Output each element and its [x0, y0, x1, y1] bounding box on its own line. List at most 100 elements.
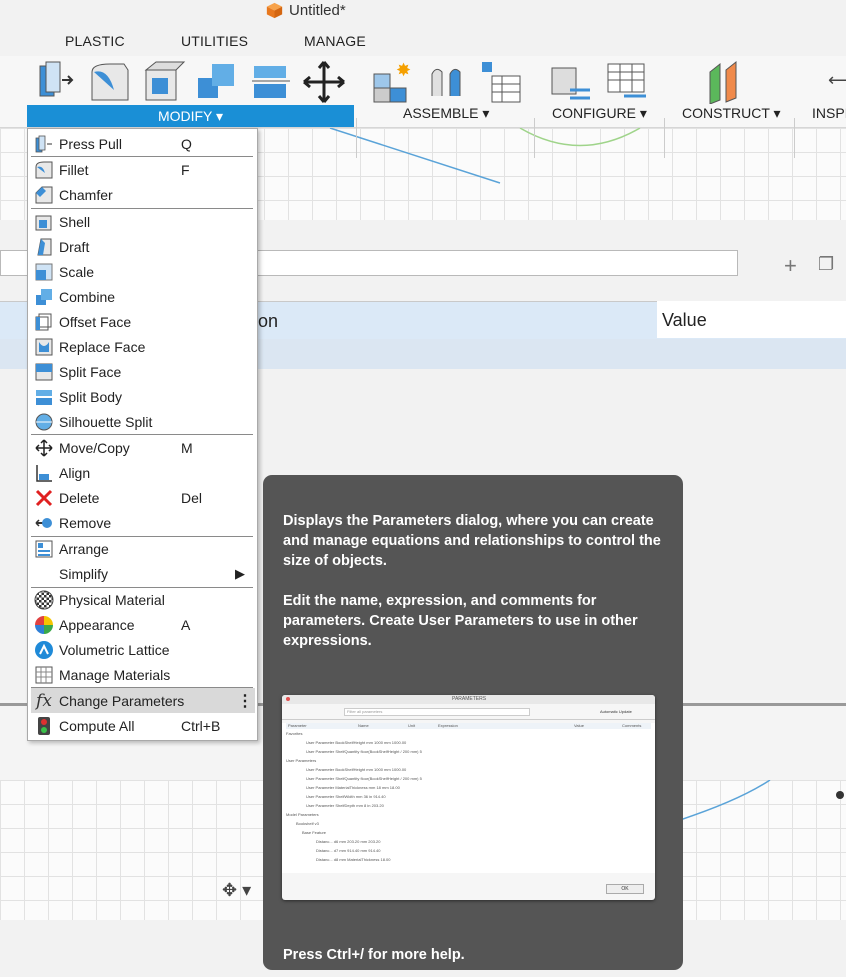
menu-item-change-parameters[interactable]: fx Change Parameters ⋮: [31, 688, 255, 713]
split-face-icon: [33, 361, 55, 383]
split-body-tool-icon[interactable]: [250, 60, 294, 104]
menu-item-label: Offset Face: [59, 313, 132, 330]
tab-utilities[interactable]: UTILITIES: [181, 33, 248, 49]
preview-row: User Parameter BookShelfHeight mm 1000 m…: [306, 740, 407, 745]
menu-item-label: Press Pull: [59, 135, 123, 152]
menu-item-silhouette-split[interactable]: Silhouette Split: [31, 409, 255, 434]
menu-item-physical-material[interactable]: Physical Material: [31, 587, 255, 612]
offset-face-icon: [33, 311, 55, 333]
menu-item-label: Remove: [59, 514, 112, 531]
parameters-dialog-preview: PARAMETERS Filter all parameters Automat…: [282, 695, 655, 900]
measure-tool-icon[interactable]: ⟷: [828, 70, 846, 91]
menu-item-arrange[interactable]: Arrange: [31, 536, 255, 561]
configure-group-button[interactable]: CONFIGURE ▾: [552, 105, 647, 122]
menu-item-offset-face[interactable]: Offset Face: [31, 309, 255, 334]
preview-col: Parameter: [288, 723, 307, 728]
menu-item-volumetric-lattice[interactable]: Volumetric Lattice: [31, 637, 255, 662]
menu-item-scale[interactable]: Scale: [31, 259, 255, 284]
submenu-arrow-icon: ▶: [235, 565, 245, 581]
joint-tool-icon[interactable]: [426, 60, 470, 104]
menu-item-label: Fillet: [59, 161, 89, 178]
add-parameter-icon[interactable]: +: [784, 253, 797, 279]
preview-row: User Parameter ShelfDepth mm 8 in 203.20: [306, 803, 384, 808]
silhouette-split-icon: [33, 411, 55, 433]
menu-item-appearance[interactable]: Appearance A: [31, 612, 255, 637]
menu-item-label: Scale: [59, 263, 95, 280]
menu-item-chamfer[interactable]: Chamfer: [31, 182, 255, 207]
copy-parameter-icon[interactable]: ❐: [818, 254, 834, 275]
preview-row: Distanc... d7 mm 914.40 mm 914.40: [316, 848, 381, 853]
offset-plane-tool-icon[interactable]: [706, 60, 750, 104]
fx-icon: fx: [36, 690, 52, 711]
ribbon-separator: [356, 118, 357, 158]
menu-item-label: Arrange: [59, 540, 109, 557]
arrange-icon: [33, 538, 55, 560]
menu-item-label: Combine: [59, 288, 116, 305]
combine-tool-icon[interactable]: [196, 60, 240, 104]
preview-row: User Parameter ShelfQuantity floor(BookS…: [306, 776, 422, 781]
menu-item-simplify[interactable]: Simplify ▶: [31, 561, 255, 586]
modify-group-button[interactable]: MODIFY ▾: [27, 105, 354, 127]
menu-item-label: Draft: [59, 238, 90, 255]
combine-icon: [33, 286, 55, 308]
preview-row: Distanc... d6 mm 203.20 mm 203.20: [316, 839, 381, 844]
preview-row: User Parameter ShelfQuantity floor(BookS…: [306, 749, 422, 754]
menu-item-press-pull[interactable]: Press Pull Q: [31, 131, 255, 156]
menu-item-draft[interactable]: Draft: [31, 234, 255, 259]
menu-item-shortcut: Q: [181, 135, 192, 152]
replace-face-icon: [33, 336, 55, 358]
tooltip-details: Edit the name, expression, and comments …: [283, 593, 638, 649]
menu-item-move-copy[interactable]: Move/Copy M: [31, 435, 255, 460]
menu-item-label: Delete: [59, 489, 100, 506]
preview-toolbar: Filter all parameters Automatic Update: [282, 704, 655, 720]
nav-move-icon[interactable]: ✥ ▾: [222, 880, 251, 901]
new-component-tool-icon[interactable]: ✸: [372, 60, 416, 104]
inspect-group-button[interactable]: INSPI: [812, 105, 846, 121]
config-table-tool-icon[interactable]: [604, 60, 648, 104]
ribbon-separator: [794, 118, 795, 158]
document-cube-icon: [266, 2, 283, 19]
preview-row: Base Feature: [302, 830, 327, 835]
simplify-icon: [33, 563, 55, 585]
menu-item-delete[interactable]: Delete Del: [31, 485, 255, 510]
menu-item-label: Split Body: [59, 388, 123, 405]
menu-item-label: Simplify: [59, 565, 109, 582]
preview-title: PARAMETERS: [452, 696, 487, 702]
tab-manage[interactable]: MANAGE: [304, 33, 366, 49]
menu-item-shell[interactable]: Shell: [31, 209, 255, 234]
menu-item-remove[interactable]: Remove: [31, 510, 255, 535]
menu-item-replace-face[interactable]: Replace Face: [31, 334, 255, 359]
bom-tool-icon[interactable]: [478, 60, 522, 104]
assemble-group-button[interactable]: ASSEMBLE ▾: [403, 105, 489, 122]
svg-text:✸: ✸: [396, 60, 411, 81]
menu-item-label: Move/Copy: [59, 439, 130, 456]
draft-icon: [33, 236, 55, 258]
preview-row: Distanc... d8 mm MaterialThickness 18.00: [316, 857, 391, 862]
scale-icon: [33, 261, 55, 283]
fillet-tool-icon[interactable]: [88, 60, 132, 104]
menu-item-manage-materials[interactable]: Manage Materials: [31, 662, 255, 687]
menu-item-label: Physical Material: [59, 591, 165, 608]
tab-plastic[interactable]: PLASTIC: [65, 33, 125, 49]
shell-tool-icon[interactable]: [142, 60, 186, 104]
menu-item-fillet[interactable]: Fillet F: [31, 157, 255, 182]
canvas-sketch-bottom: [680, 780, 844, 821]
menu-item-compute-all[interactable]: Compute All Ctrl+B: [31, 713, 255, 738]
preview-col: Unit: [408, 723, 416, 728]
menu-item-combine[interactable]: Combine: [31, 284, 255, 309]
preview-titlebar: PARAMETERS: [282, 695, 655, 704]
press-pull-tool-icon[interactable]: [36, 60, 80, 104]
chamfer-icon: [33, 184, 55, 206]
menu-item-split-body[interactable]: Split Body: [31, 384, 255, 409]
menu-item-align[interactable]: Align: [31, 460, 255, 485]
menu-item-split-face[interactable]: Split Face: [31, 359, 255, 384]
tooltip-description: Displays the Parameters dialog, where yo…: [283, 513, 661, 569]
more-options-icon[interactable]: ⋮: [237, 691, 253, 711]
title-bar: Untitled*: [0, 0, 846, 26]
remove-icon: [33, 512, 55, 534]
move-tool-icon[interactable]: [302, 60, 346, 104]
construct-group-button[interactable]: CONSTRUCT ▾: [682, 105, 781, 122]
delete-icon: [33, 487, 55, 509]
configure-tool-icon[interactable]: [550, 60, 594, 104]
menu-item-label: Replace Face: [59, 338, 146, 355]
